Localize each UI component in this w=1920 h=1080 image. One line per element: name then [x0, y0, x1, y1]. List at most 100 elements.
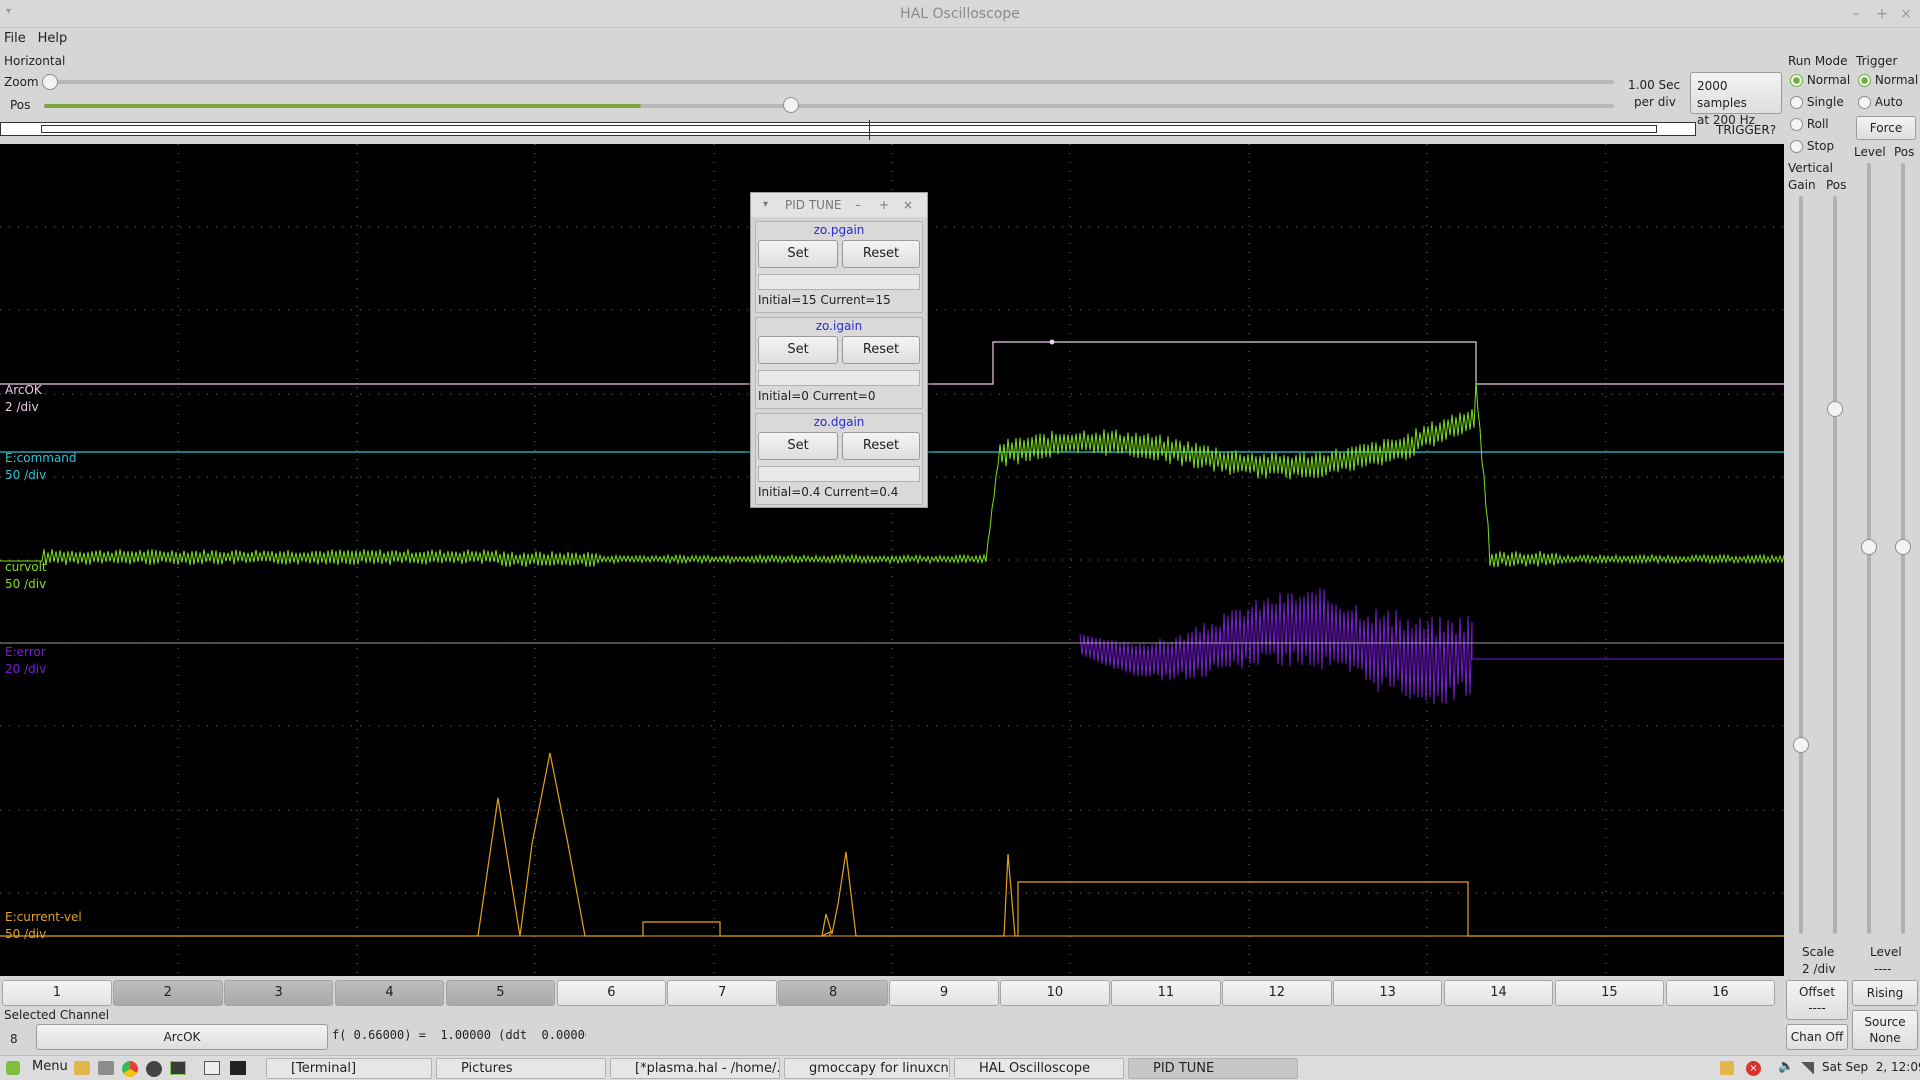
trigger-auto[interactable]: Auto: [1858, 95, 1903, 109]
trace-label-eerror: E:error 20 /div: [5, 645, 47, 676]
channel-button-5[interactable]: 5: [445, 980, 556, 1006]
run-mode-normal[interactable]: Normal: [1790, 73, 1850, 87]
task-gmoccapy[interactable]: gmoccapy for linuxcn...: [784, 1058, 950, 1079]
igain-set-button[interactable]: Set: [758, 336, 838, 364]
launcher-tools-icon[interactable]: [98, 1061, 114, 1075]
zoom-slider[interactable]: [48, 80, 1614, 84]
vertical-pos-knob[interactable]: [1827, 401, 1843, 417]
tray-volume-icon[interactable]: 🔈: [1778, 1059, 1794, 1074]
channel-button-3[interactable]: 3: [223, 980, 334, 1006]
channel-button-15[interactable]: 15: [1554, 980, 1665, 1006]
pid-param-dgain: zo.dgain Set Reset Initial=0.4 Current=0…: [755, 413, 923, 505]
pgain-reset-button[interactable]: Reset: [842, 240, 920, 268]
igain-reset-button[interactable]: Reset: [842, 336, 920, 364]
channel-button-4[interactable]: 4: [334, 980, 445, 1006]
selected-channel-name-button[interactable]: ArcOK: [36, 1024, 328, 1050]
trigger-normal[interactable]: Normal: [1858, 73, 1918, 87]
channel-button-7[interactable]: 7: [667, 980, 778, 1006]
channel-button-10[interactable]: 10: [1000, 980, 1110, 1006]
trace-eerror: [1079, 587, 1784, 705]
radio-selected-icon: [1790, 74, 1803, 87]
channel-button-13[interactable]: 13: [1332, 980, 1443, 1006]
dgain-info: Initial=0.4 Current=0.4: [758, 485, 899, 499]
tray-network-icon[interactable]: [1800, 1062, 1814, 1074]
pid-minimize-icon[interactable]: –: [855, 193, 861, 217]
force-button[interactable]: Force: [1856, 116, 1916, 140]
run-mode-roll[interactable]: Roll: [1790, 117, 1829, 131]
menu-file[interactable]: File: [0, 28, 30, 50]
taskbar-menu-button[interactable]: Menu: [32, 1059, 68, 1074]
chan-off-button[interactable]: Chan Off: [1786, 1024, 1848, 1050]
vertical-pos-slider[interactable]: [1833, 196, 1837, 934]
vertical-gain-slider[interactable]: [1799, 196, 1803, 934]
launcher-browser-icon[interactable]: [122, 1061, 138, 1077]
channel-button-2[interactable]: 2: [112, 980, 223, 1006]
run-mode-stop[interactable]: Stop: [1790, 139, 1834, 153]
launcher-compass-icon[interactable]: [146, 1061, 162, 1077]
taskbar-clock: Sat Sep 2, 12:09: [1822, 1060, 1920, 1074]
pid-param-name: zo.dgain: [813, 415, 865, 429]
pid-window-menu-icon[interactable]: ▾: [763, 193, 768, 217]
maximize-icon[interactable]: +: [1872, 4, 1892, 24]
pgain-info: Initial=15 Current=15: [758, 293, 891, 307]
channel-button-14[interactable]: 14: [1443, 980, 1554, 1006]
minimize-icon[interactable]: –: [1846, 4, 1866, 24]
samples-line1: 2000 samples: [1697, 79, 1747, 110]
launcher-console-icon[interactable]: [230, 1061, 246, 1075]
trigger-pos-knob[interactable]: [1895, 539, 1911, 555]
menu-logo-icon[interactable]: [6, 1061, 20, 1075]
radio-icon: [1858, 96, 1871, 109]
pid-close-icon[interactable]: ×: [903, 193, 913, 217]
run-mode-single[interactable]: Single: [1790, 95, 1844, 109]
run-mode-title: Run Mode: [1788, 54, 1848, 68]
vertical-gain-knob[interactable]: [1793, 737, 1809, 753]
radio-selected-icon: [1858, 74, 1871, 87]
task-plasma-hal[interactable]: [*plasma.hal - /home/...: [610, 1058, 780, 1079]
horizontal-label: Horizontal: [4, 54, 66, 68]
pgain-input[interactable]: [758, 274, 920, 290]
launcher-desktop-icon[interactable]: [204, 1061, 220, 1075]
trigger-level-knob[interactable]: [1861, 539, 1877, 555]
radio-icon: [1790, 96, 1803, 109]
tray-update-icon[interactable]: [1720, 1061, 1734, 1075]
task-terminal[interactable]: [Terminal]: [266, 1058, 432, 1079]
rising-button[interactable]: Rising: [1852, 980, 1918, 1006]
window-title: HAL Oscilloscope: [900, 6, 1020, 22]
channel-button-8[interactable]: 8: [778, 980, 888, 1006]
pos-label: Pos: [10, 98, 31, 112]
pgain-set-button[interactable]: Set: [758, 240, 838, 268]
trigger-level-label: Level: [1854, 145, 1886, 159]
igain-info: Initial=0 Current=0: [758, 389, 876, 403]
task-pictures[interactable]: Pictures: [436, 1058, 606, 1079]
dgain-reset-button[interactable]: Reset: [842, 432, 920, 460]
igain-input[interactable]: [758, 370, 920, 386]
record-trigger-marker: [869, 120, 870, 140]
channel-button-1[interactable]: 1: [2, 980, 112, 1006]
vertical-gain-label: Gain: [1788, 178, 1816, 192]
dgain-set-button[interactable]: Set: [758, 432, 838, 460]
close-icon[interactable]: ×: [1896, 4, 1916, 24]
tray-error-icon[interactable]: ×: [1746, 1061, 1761, 1076]
channel-readout: f( 0.66000) = 1.00000 (ddt 0.00000: [332, 1028, 586, 1042]
channel-button-12[interactable]: 12: [1221, 980, 1332, 1006]
offset-button[interactable]: Offset ----: [1786, 980, 1848, 1020]
dgain-input[interactable]: [758, 466, 920, 482]
launcher-terminal-icon[interactable]: [170, 1061, 186, 1075]
menu-help[interactable]: Help: [34, 28, 72, 50]
task-pid-tune[interactable]: PID TUNE: [1128, 1058, 1298, 1079]
pid-maximize-icon[interactable]: +: [879, 193, 889, 217]
pid-tune-title: PID TUNE: [785, 198, 842, 212]
source-button[interactable]: Source None: [1852, 1010, 1918, 1050]
taskbar: Menu [Terminal] Pictures [*plasma.hal - …: [0, 1055, 1920, 1080]
zoom-slider-knob[interactable]: [42, 74, 58, 90]
pos-slider-knob[interactable]: [783, 97, 799, 113]
channel-button-6[interactable]: 6: [556, 980, 667, 1006]
task-hal-oscilloscope[interactable]: HAL Oscilloscope: [954, 1058, 1124, 1079]
launcher-folder-icon[interactable]: [74, 1061, 90, 1075]
channel-button-9[interactable]: 9: [889, 980, 999, 1006]
samples-button[interactable]: 2000 samples at 200 Hz: [1690, 72, 1782, 127]
pos-slider[interactable]: [44, 104, 1614, 108]
channel-button-16[interactable]: 16: [1665, 980, 1776, 1006]
channel-button-11[interactable]: 11: [1111, 980, 1221, 1006]
window-menu-icon[interactable]: ▾: [6, 6, 11, 17]
